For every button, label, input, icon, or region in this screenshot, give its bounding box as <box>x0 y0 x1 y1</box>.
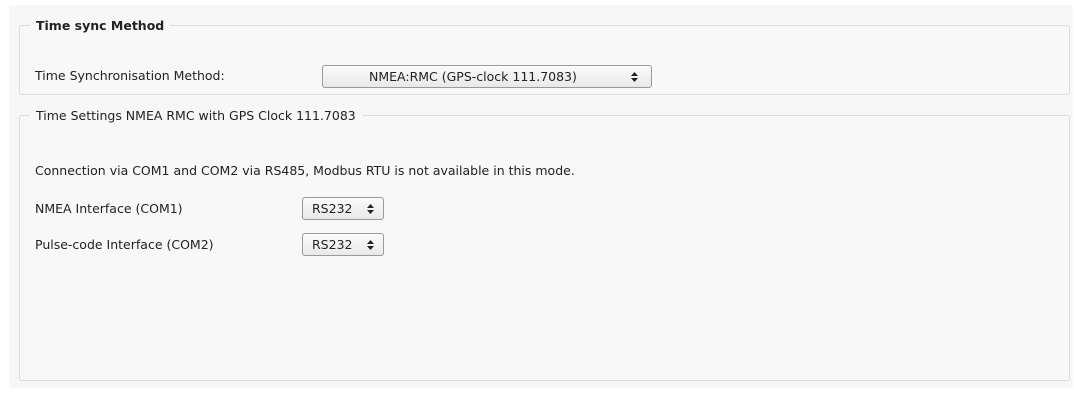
pulse-code-interface-label: Pulse-code Interface (COM2) <box>35 237 214 252</box>
pulse-code-interface-select[interactable]: RS232 <box>302 233 384 256</box>
time-sync-method-select[interactable]: NMEA:RMC (GPS-clock 111.7083) <box>322 65 652 88</box>
time-settings-legend: Time Settings NMEA RMC with GPS Clock 11… <box>36 108 356 123</box>
up-down-chevron-icon <box>631 72 638 82</box>
up-down-chevron-icon <box>367 204 374 214</box>
up-down-chevron-icon <box>367 240 374 250</box>
connection-info-text: Connection via COM1 and COM2 via RS485, … <box>35 163 575 178</box>
time-settings-group: Time Settings NMEA RMC with GPS Clock 11… <box>19 108 1070 381</box>
nmea-interface-label: NMEA Interface (COM1) <box>35 201 183 216</box>
time-sync-method-value: NMEA:RMC (GPS-clock 111.7083) <box>369 69 577 84</box>
time-sync-panel: Time sync Method Time Synchronisation Me… <box>9 5 1073 388</box>
time-sync-method-label: Time Synchronisation Method: <box>35 68 225 83</box>
pulse-code-interface-value: RS232 <box>312 237 353 252</box>
nmea-interface-value: RS232 <box>312 201 353 216</box>
time-sync-method-legend: Time sync Method <box>36 18 165 33</box>
time-sync-method-group: Time sync Method Time Synchronisation Me… <box>19 18 1070 95</box>
nmea-interface-select[interactable]: RS232 <box>302 197 384 220</box>
